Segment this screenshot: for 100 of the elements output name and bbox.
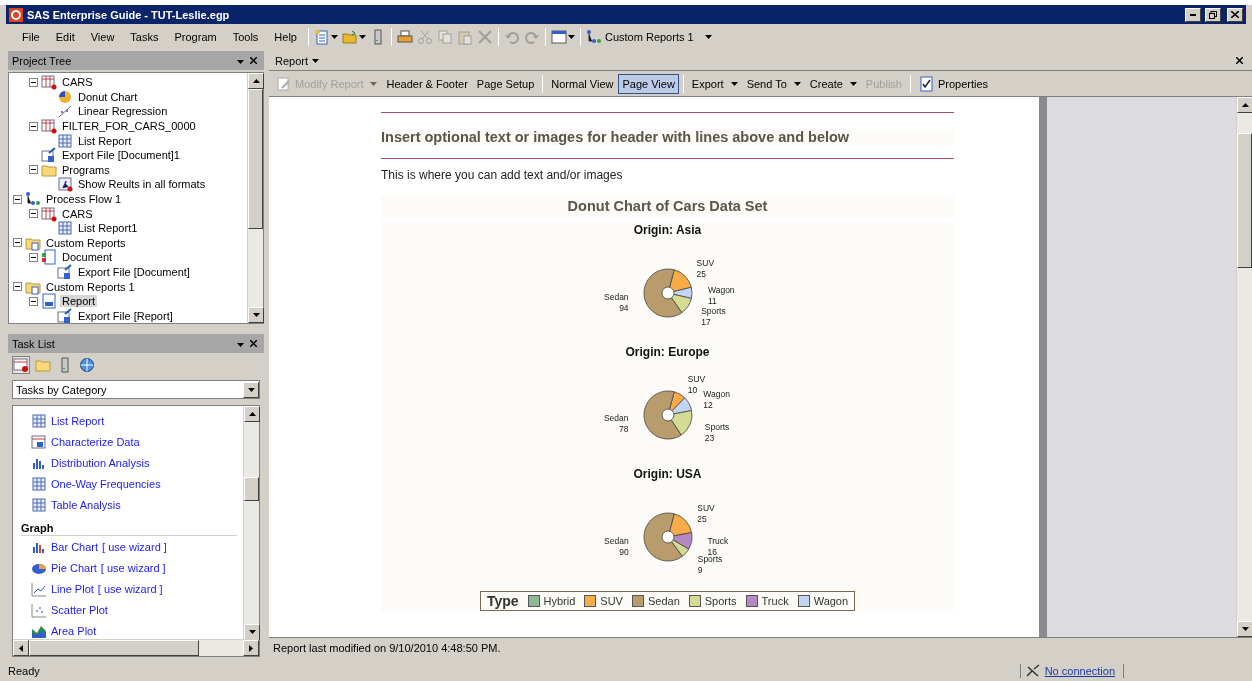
report-status: Report last modified on 9/10/2010 4:48:50 PM. — [269, 637, 1252, 657]
task-link[interactable]: Scatter Plot — [51, 603, 108, 616]
task-link[interactable]: Characterize Data — [51, 435, 140, 448]
view-button[interactable] — [12, 356, 30, 374]
right-arrow-icon — [249, 644, 253, 652]
expand-toggle[interactable] — [29, 165, 38, 175]
slice-label: Truck 16 — [706, 535, 728, 557]
toolbar-button[interactable]: Send To — [742, 73, 805, 94]
toolbar-button[interactable]: Create — [805, 73, 861, 94]
task-link[interactable]: Distribution Analysis — [51, 456, 150, 469]
report-text: This is where you can add text and/or images — [381, 168, 624, 182]
task-link[interactable]: One-Way Frequencies — [51, 477, 161, 490]
tree-item[interactable]: Export File [Document] — [76, 266, 192, 278]
tree-item[interactable]: List Report — [76, 134, 134, 147]
toolbar-button[interactable]: Header & Footer — [382, 73, 472, 94]
minimize-icon — [1190, 13, 1196, 16]
tree-item[interactable]: CARS — [60, 76, 95, 89]
task-link[interactable]: Line Plot — [51, 582, 94, 595]
toolbar-button[interactable]: Page View — [618, 73, 679, 94]
paste-icon — [457, 28, 473, 45]
app-icon — [9, 7, 23, 22]
grid-icon — [31, 412, 47, 429]
toolbar-button[interactable]: Normal View — [547, 73, 618, 94]
task-link[interactable]: Pie Chart — [51, 561, 97, 574]
restore-button[interactable] — [1205, 7, 1221, 22]
menu-item[interactable]: Help — [266, 30, 305, 43]
menu-item[interactable]: Edit — [47, 30, 83, 43]
close-button[interactable] — [247, 338, 260, 349]
menu-item[interactable]: Tasks — [122, 30, 167, 43]
wizard-link[interactable]: [ use wizard ] — [100, 561, 166, 574]
wizard-link[interactable]: [ use wizard ] — [97, 582, 163, 595]
minus-icon — [31, 123, 36, 129]
caret-icon — [793, 81, 801, 86]
tree-item[interactable]: Programs — [60, 163, 112, 176]
task-link[interactable]: List Report — [51, 414, 105, 427]
tree-item[interactable]: Custom Reports — [44, 236, 128, 249]
window-icon — [551, 28, 567, 45]
delete-icon — [477, 28, 493, 45]
task-link[interactable]: Area Plot — [51, 624, 97, 637]
scroll-thumb[interactable] — [244, 477, 259, 501]
menu-item[interactable]: Tools — [224, 30, 267, 43]
report-tab[interactable]: Report — [275, 54, 320, 67]
menu-item[interactable]: Program — [166, 30, 225, 43]
legend-label: Truck — [761, 594, 789, 608]
expand-toggle[interactable] — [29, 252, 38, 262]
close-button[interactable] — [247, 55, 260, 66]
tree-item[interactable]: Donut Chart — [76, 90, 140, 103]
donut-hole — [661, 286, 674, 300]
tree-item[interactable]: Process Flow 1 — [44, 193, 124, 206]
process-flow-selector[interactable]: Custom Reports 1 — [584, 28, 714, 45]
expand-toggle[interactable] — [29, 296, 38, 306]
close-icon — [1236, 57, 1243, 64]
donut-hole — [661, 530, 674, 544]
caret-icon — [237, 60, 244, 64]
tree-item[interactable]: Custom Reports 1 — [44, 280, 137, 293]
unplugged-icon — [1024, 664, 1041, 678]
scrollbar[interactable] — [1236, 97, 1252, 637]
close-button[interactable] — [1227, 7, 1243, 22]
menu-item[interactable]: View — [82, 30, 123, 43]
caret-icon — [849, 81, 857, 86]
minus-icon — [15, 240, 20, 246]
edit-document-icon — [276, 75, 292, 92]
expand-toggle[interactable] — [13, 238, 22, 248]
scroll-thumb[interactable] — [1237, 133, 1252, 268]
toolbar-button[interactable]: Properties — [914, 73, 993, 94]
slice-label: SUV 25 — [696, 503, 715, 525]
tree-item[interactable]: Document — [60, 251, 115, 264]
task-link[interactable]: Table Analysis — [51, 498, 121, 511]
connection-link[interactable]: No connection — [1044, 665, 1115, 677]
tree-item[interactable]: Export File [Report] — [76, 309, 175, 322]
wizard-link[interactable]: [ use wizard ] — [102, 540, 167, 553]
minimize-button[interactable] — [1185, 7, 1201, 22]
task-link[interactable]: Bar Chart — [51, 540, 99, 553]
scroll-thumb[interactable] — [29, 640, 199, 656]
tree-item[interactable]: List Report1 — [76, 222, 140, 235]
toolbar-button[interactable]: Export — [687, 73, 742, 94]
expand-toggle[interactable] — [13, 194, 22, 204]
tree-item[interactable]: Export File [Document]1 — [60, 149, 182, 162]
tree-item[interactable]: CARS — [60, 207, 95, 220]
toolbar-button[interactable]: Page Setup — [472, 73, 539, 94]
line-chart-icon — [31, 580, 47, 597]
expand-toggle[interactable] — [29, 77, 38, 87]
expand-toggle[interactable] — [13, 282, 22, 292]
view-button[interactable] — [78, 356, 96, 374]
task-filter-dropdown[interactable]: Tasks by Category — [12, 380, 260, 399]
checked-document-icon — [918, 75, 935, 92]
close-button[interactable] — [1233, 55, 1246, 66]
donut-hole — [661, 408, 674, 422]
menu-item[interactable]: File — [14, 30, 48, 43]
chart-title: Origin: USA — [633, 467, 702, 483]
scroll-thumb[interactable] — [248, 89, 263, 229]
scrollbar[interactable] — [247, 73, 263, 323]
expand-toggle[interactable] — [29, 121, 38, 131]
horizontal-scrollbar[interactable] — [13, 639, 259, 656]
tree-item[interactable]: Report — [60, 295, 98, 308]
tree-item[interactable]: FILTER_FOR_CARS_0000 — [60, 120, 198, 133]
expand-toggle[interactable] — [29, 209, 38, 219]
tree-item[interactable]: Show Reults in all formats — [76, 178, 208, 191]
scrollbar[interactable] — [243, 406, 259, 640]
tree-item[interactable]: Linear Regression — [76, 105, 170, 118]
